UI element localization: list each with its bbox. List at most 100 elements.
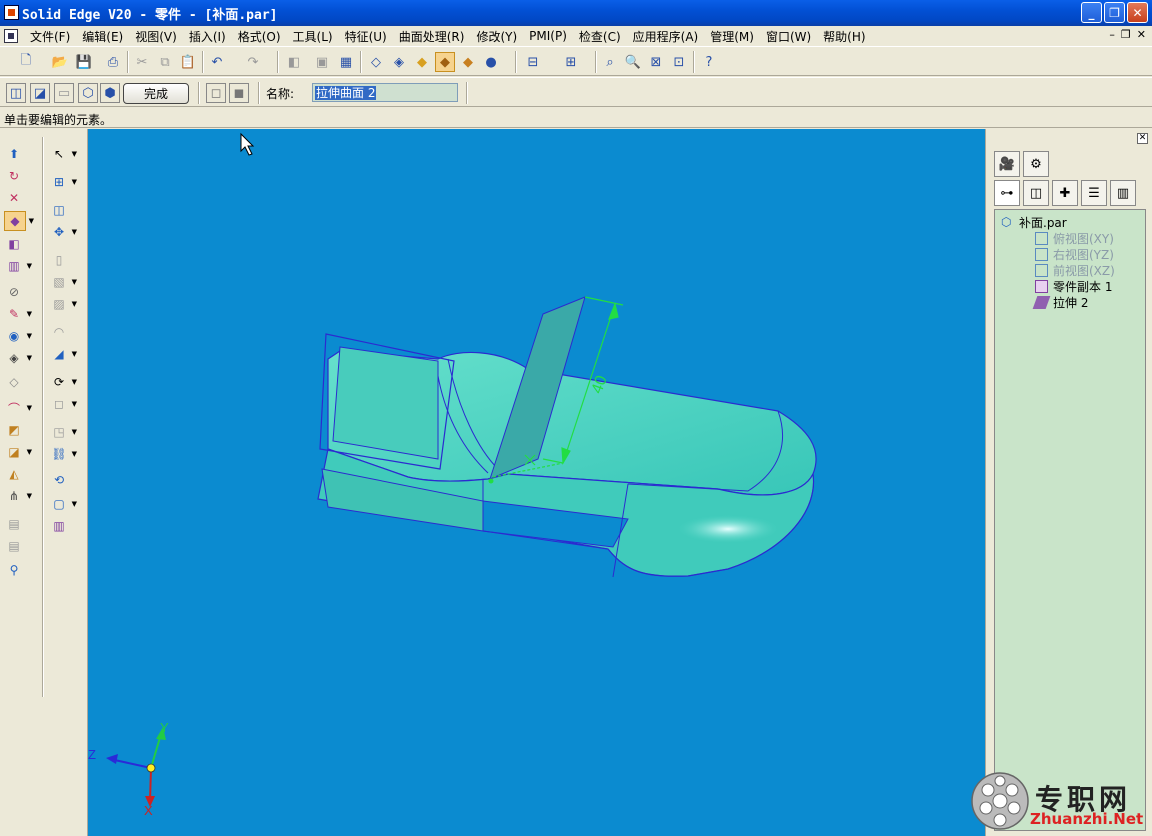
copy-icon[interactable]: ⧉ (155, 52, 175, 72)
menu-window[interactable]: 窗口(W) (760, 28, 817, 45)
step-side-icon[interactable]: ◪ (30, 83, 50, 103)
extend-icon[interactable]: ◇ (5, 373, 23, 391)
surface-tool-icon[interactable]: ◢ ▼ (50, 345, 77, 363)
menu-features[interactable]: 特征(U) (339, 28, 393, 45)
sketch-icon[interactable]: ⊞ ▼ (50, 173, 77, 191)
paste-icon[interactable]: 📋 (178, 52, 198, 72)
menu-view[interactable]: 视图(V) (129, 28, 183, 45)
finish-button[interactable]: 完成 (123, 83, 189, 104)
mdi-restore-button[interactable]: ❐ (1121, 28, 1131, 41)
tree-item-extrude[interactable]: 拉伸 2 (1032, 294, 1088, 311)
inactive-f-icon[interactable]: ◠ (50, 323, 68, 341)
edgebar-camera-icon[interactable]: 🎥 (994, 151, 1020, 177)
tab-family-icon[interactable]: ✚ (1052, 180, 1078, 206)
connect-icon[interactable]: ⛓ ▼ (50, 445, 77, 463)
new-icon[interactable]: 🗋 (16, 52, 36, 72)
tab-sensors-icon[interactable]: ▥ (1110, 180, 1136, 206)
step-treatment-icon[interactable]: ⬡ (78, 83, 98, 103)
inactive-g-icon[interactable]: ◻ ▼ (50, 395, 77, 413)
step-profile-icon[interactable]: ◫ (6, 83, 26, 103)
tree-item-part-copy[interactable]: 零件副本 1 (1035, 278, 1112, 295)
inactive-e-icon[interactable]: ▨ ▼ (50, 295, 77, 313)
inactive-b-icon[interactable]: ▤ (5, 537, 23, 555)
extruded-surface-icon[interactable]: ◆ ▼ (4, 211, 34, 231)
cancel-feature-icon[interactable]: ◻ (206, 83, 226, 103)
trim-icon[interactable]: ◈ ▼ (5, 349, 32, 367)
shaded-icon[interactable]: ◆ (412, 52, 432, 72)
stitch-icon[interactable]: ◉ ▼ (5, 327, 32, 345)
curve-icon[interactable]: ⟳ ▼ (50, 373, 77, 391)
menu-surfacing[interactable]: 曲面处理(R) (393, 28, 471, 45)
view-settings-icon[interactable]: ⊞ (561, 52, 581, 72)
wireframe-icon[interactable]: ◇ (366, 52, 386, 72)
blue-surface-icon[interactable]: ▥ ▼ (5, 257, 32, 275)
redo-icon[interactable]: ↷ (243, 52, 263, 72)
mdi-minimize-button[interactable]: – (1109, 28, 1115, 41)
inactive-h-icon[interactable]: ◳ ▼ (50, 423, 77, 441)
tab-layers-icon[interactable]: ☰ (1081, 180, 1107, 206)
panel-close-icon[interactable]: ✕ (1137, 133, 1148, 144)
menu-file[interactable]: 文件(F) (24, 28, 76, 45)
intersect-icon[interactable]: ⌒ ▼ (5, 399, 32, 417)
sphere-render-icon[interactable]: ● (481, 52, 501, 72)
tree-root[interactable]: ⬡ 补面.par (1001, 214, 1067, 231)
zoom-area-icon[interactable]: ⌕ (600, 52, 620, 72)
restore-button[interactable]: ❐ (1104, 2, 1125, 23)
close-button[interactable]: ✕ (1127, 2, 1148, 23)
save-icon[interactable]: 💾 (74, 52, 94, 72)
app-icon[interactable] (4, 5, 19, 20)
step-end-caps-icon[interactable]: ⬢ (100, 83, 120, 103)
open-icon[interactable]: 📂 (50, 52, 70, 72)
menu-applications[interactable]: 应用程序(A) (627, 28, 705, 45)
parting-icon[interactable]: ⋔ ▼ (5, 487, 32, 505)
select-tool-icon[interactable]: ⬆ (5, 145, 23, 163)
part-icon[interactable]: ▦ (336, 52, 356, 72)
print-icon[interactable]: ⎙ (103, 52, 123, 72)
tab-feature-pathfinder-icon[interactable]: ⊶ (994, 180, 1020, 206)
replace-face-icon[interactable]: ◪ ▼ (5, 443, 32, 461)
derived-icon[interactable]: ⟲ (50, 471, 68, 489)
menu-edit[interactable]: 编辑(E) (76, 28, 129, 45)
split-icon[interactable]: ◩ (5, 421, 23, 439)
menu-insert[interactable]: 插入(I) (183, 28, 232, 45)
minimize-button[interactable]: _ (1081, 2, 1102, 23)
offset-icon[interactable]: ⊘ (5, 283, 23, 301)
menu-inspect[interactable]: 检查(C) (573, 28, 627, 45)
pan-icon[interactable]: ⊡ (669, 52, 689, 72)
shaded-edges-icon[interactable]: ◆ (435, 52, 455, 72)
feature-name-input[interactable]: 拉伸曲面 2 (312, 83, 458, 102)
attach-icon[interactable]: ⚲ (5, 561, 23, 579)
plane-icon[interactable]: ◫ (50, 201, 68, 219)
paste-special-icon[interactable]: ◧ (284, 52, 304, 72)
edgebar-settings-icon[interactable]: ⚙ (1023, 151, 1049, 177)
pointer-icon[interactable]: ↖ ▼ (50, 145, 77, 163)
menu-format[interactable]: 格式(O) (232, 28, 287, 45)
revolve-icon[interactable]: ↻ (5, 167, 23, 185)
round-icon[interactable]: ◭ (5, 465, 23, 483)
menu-manage[interactable]: 管理(M) (704, 28, 760, 45)
menu-pmi[interactable]: PMI(P) (523, 29, 573, 43)
tree-item-right-plane[interactable]: 右视图(YZ) (1035, 246, 1114, 263)
model-canvas[interactable]: 40 Y Z X (88, 129, 985, 836)
fit-icon[interactable]: ⊠ (646, 52, 666, 72)
graphics-viewport[interactable]: 40 Y Z X (88, 129, 985, 836)
thicken-icon[interactable]: ▥ (50, 517, 68, 535)
tab-library-icon[interactable]: ◫ (1023, 180, 1049, 206)
bounded-icon[interactable]: ◧ (5, 235, 23, 253)
sweep-icon[interactable]: ✕ (5, 189, 23, 207)
tree-item-top-plane[interactable]: 俯视图(XY) (1035, 230, 1114, 247)
help-icon[interactable]: ? (699, 52, 719, 72)
visible-edges-icon[interactable]: ◈ (389, 52, 409, 72)
shadows-icon[interactable]: ◆ (458, 52, 478, 72)
view-orient-icon[interactable]: ⊟ (523, 52, 543, 72)
step-extent-icon[interactable]: ▭ (54, 83, 74, 103)
menu-tools[interactable]: 工具(L) (287, 28, 339, 45)
inactive-a-icon[interactable]: ▤ (5, 515, 23, 533)
tree-item-front-plane[interactable]: 前视图(XZ) (1035, 262, 1115, 279)
menu-modify[interactable]: 修改(Y) (470, 28, 523, 45)
mdi-close-button[interactable]: ✕ (1137, 28, 1146, 41)
inactive-d-icon[interactable]: ▧ ▼ (50, 273, 77, 291)
preview-icon[interactable]: ◼ (229, 83, 249, 103)
undo-icon[interactable]: ↶ (207, 52, 227, 72)
menu-help[interactable]: 帮助(H) (817, 28, 871, 45)
